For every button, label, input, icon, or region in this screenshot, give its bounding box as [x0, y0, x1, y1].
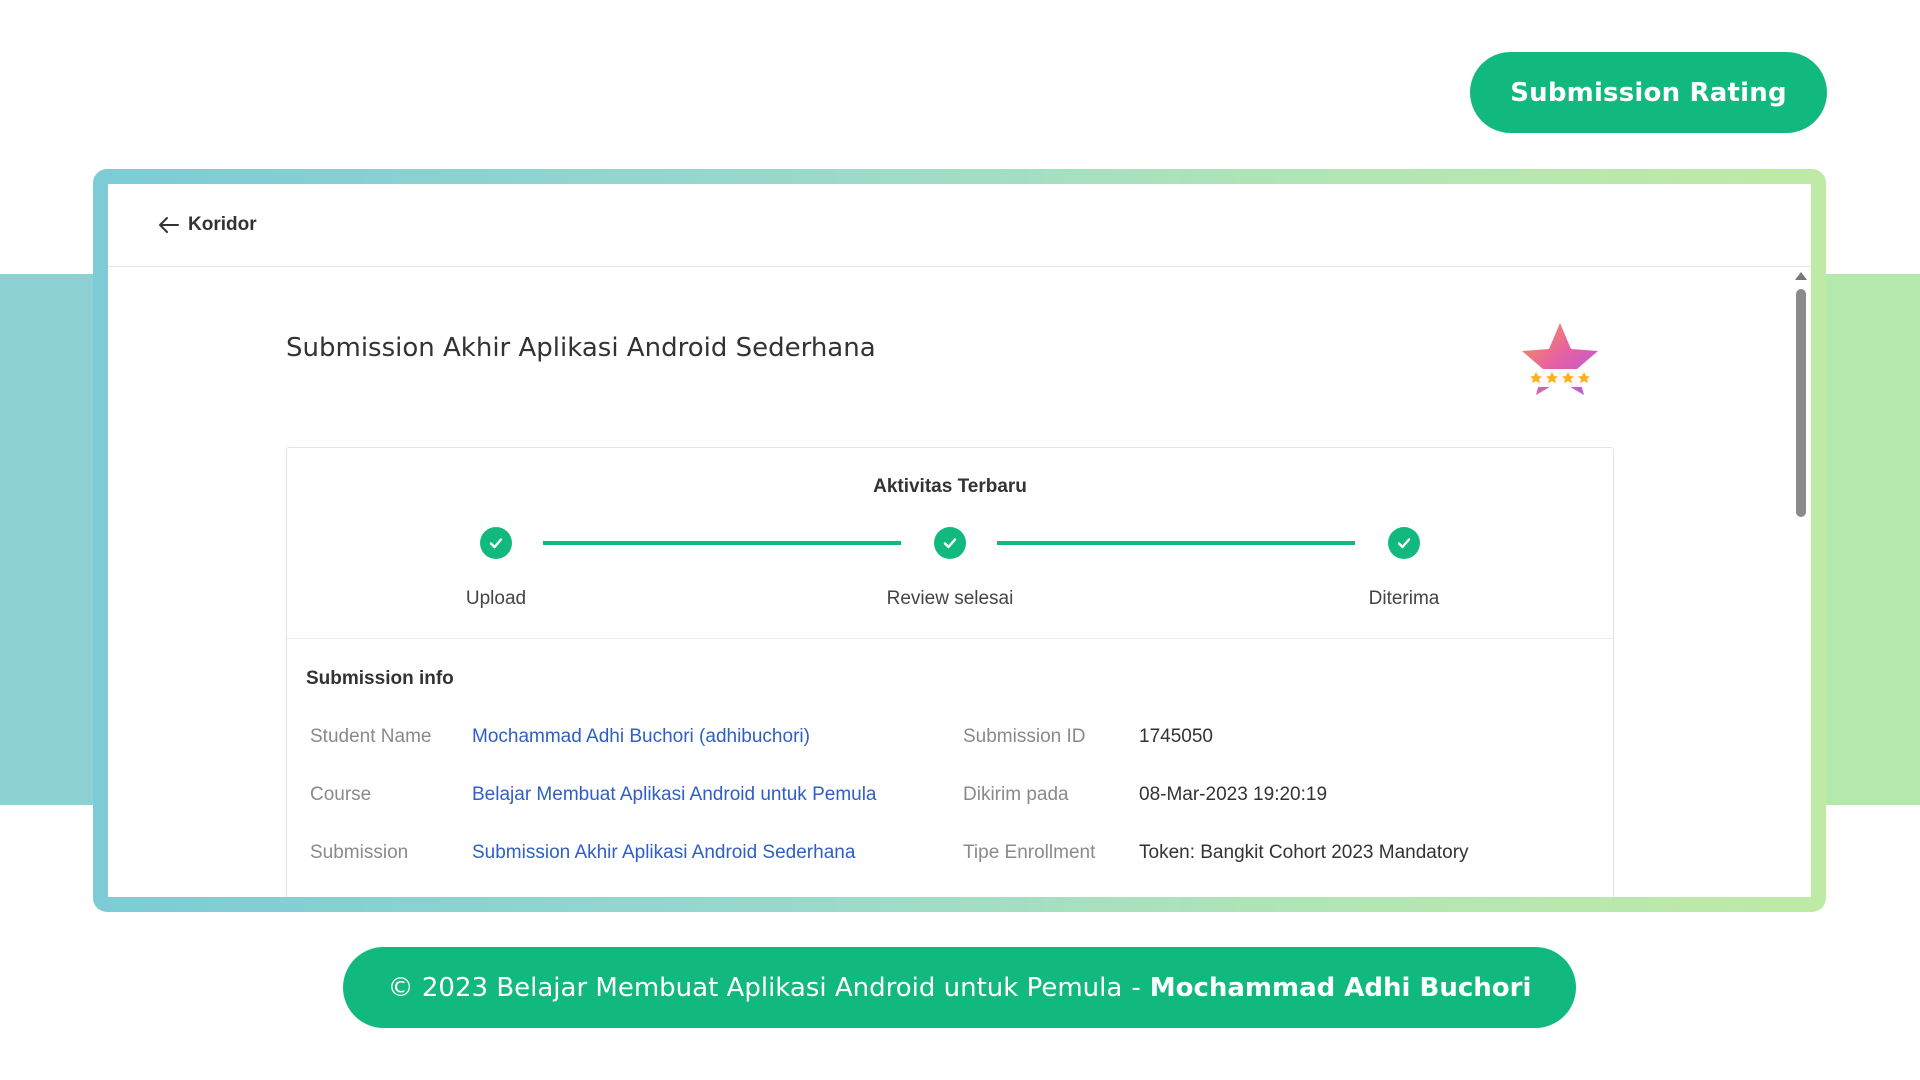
- submission-id-label: Submission ID: [963, 726, 1086, 747]
- step-label-accepted: Diterima: [1368, 588, 1440, 609]
- footer-text: © 2023 Belajar Membuat Aplikasi Android …: [387, 972, 1123, 1003]
- footer-banner: © 2023 Belajar Membuat Aplikasi Android …: [343, 947, 1576, 1028]
- canvas: Submission Rating Koridor Submission Akh…: [0, 0, 1920, 1080]
- course-link[interactable]: Belajar Membuat Aplikasi Android untuk P…: [472, 784, 877, 806]
- step-label-upload: Upload: [465, 588, 527, 609]
- page-topbar: Koridor: [108, 184, 1811, 267]
- scroll-thumb[interactable]: [1796, 289, 1806, 517]
- card-divider: [287, 638, 1613, 639]
- sent-at-label: Dikirim pada: [963, 784, 1069, 805]
- page-title: Submission Akhir Aplikasi Android Sederh…: [286, 333, 876, 363]
- submission-label: Submission: [310, 842, 409, 863]
- submission-link[interactable]: Submission Akhir Aplikasi Android Sederh…: [472, 842, 855, 864]
- activity-title: Aktivitas Terbaru: [873, 476, 1027, 497]
- browser-frame: Koridor Submission Akhir Aplikasi Androi…: [93, 169, 1826, 912]
- enrollment-type-value: Token: Bangkit Cohort 2023 Mandatory: [1139, 842, 1469, 863]
- star-badge-icon: [1518, 317, 1602, 401]
- step-accepted-check-icon: [1388, 527, 1420, 559]
- submission-rating-button[interactable]: Submission Rating: [1470, 52, 1827, 133]
- course-label: Course: [310, 784, 372, 805]
- scroll-up-arrow-icon[interactable]: [1795, 272, 1807, 280]
- student-name-label: Student Name: [310, 726, 432, 747]
- step-review-check-icon: [934, 527, 966, 559]
- step-connector: [543, 541, 901, 545]
- submission-id-value: 1745050: [1139, 726, 1213, 747]
- sent-at-value: 08-Mar-2023 19:20:19: [1139, 784, 1328, 805]
- submission-info-title: Submission info: [306, 668, 454, 689]
- back-to-koridor-link[interactable]: Koridor: [158, 214, 257, 236]
- arrow-left-icon: [158, 216, 180, 234]
- student-name-link[interactable]: Mochammad Adhi Buchori (adhibuchori): [472, 726, 810, 748]
- footer-separator: -: [1131, 972, 1141, 1003]
- step-label-review: Review selesai: [886, 588, 1014, 609]
- step-upload-check-icon: [480, 527, 512, 559]
- vertical-scrollbar[interactable]: [1791, 267, 1811, 897]
- back-link-label: Koridor: [188, 214, 257, 235]
- footer-author: Mochammad Adhi Buchori: [1149, 972, 1532, 1003]
- background-band-right: [1810, 274, 1920, 805]
- step-connector: [997, 541, 1355, 545]
- browser-content: Koridor Submission Akhir Aplikasi Androi…: [108, 184, 1811, 897]
- enrollment-type-label: Tipe Enrollment: [963, 842, 1096, 863]
- scroll-area[interactable]: Submission Akhir Aplikasi Android Sederh…: [108, 267, 1811, 897]
- submission-card: Aktivitas Terbaru Upload Review selesai …: [286, 447, 1614, 897]
